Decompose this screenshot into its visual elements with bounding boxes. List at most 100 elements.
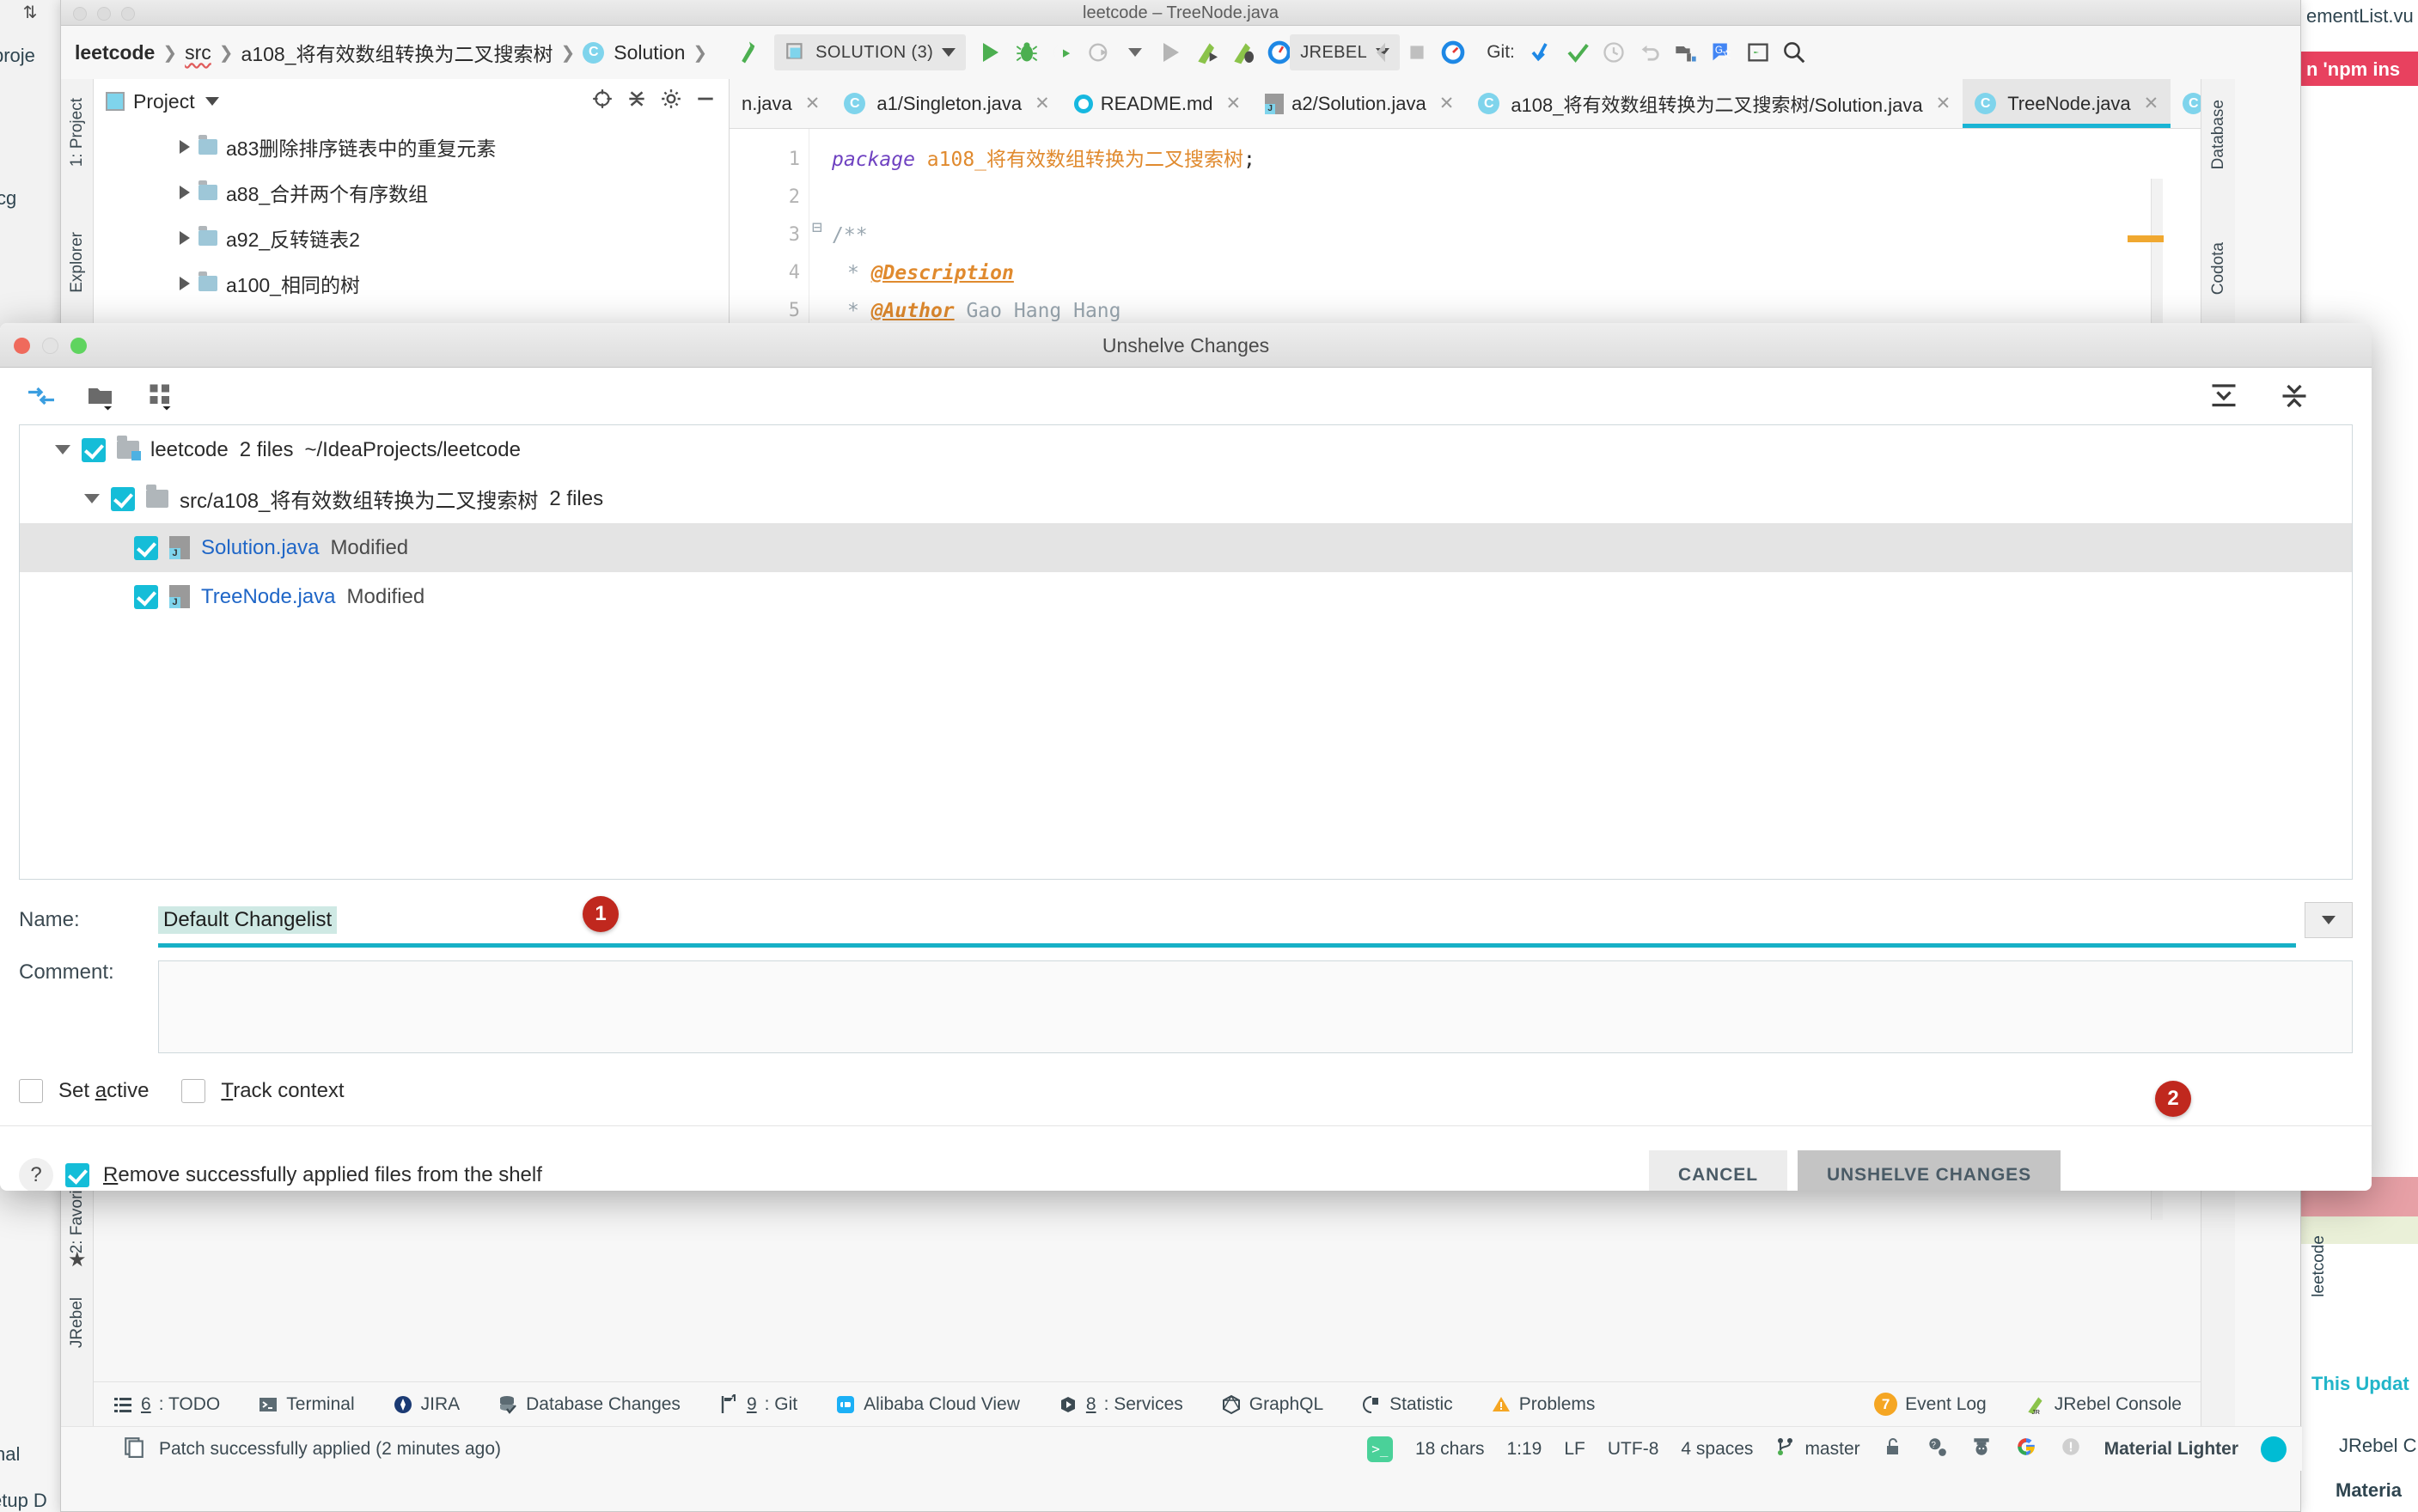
profile-icon[interactable] (1083, 36, 1115, 69)
cancel-button[interactable]: CANCEL (1649, 1150, 1787, 1191)
jrebel-debug-icon[interactable] (1227, 36, 1260, 69)
google-icon[interactable] (2015, 1436, 2037, 1463)
chevron-down-icon[interactable] (2322, 916, 2336, 924)
project-tree-item[interactable]: a83删除排序链表中的重复元素 (94, 124, 729, 169)
tool-window-button-graphql[interactable]: GraphQL (1202, 1394, 1342, 1415)
editor-tab[interactable]: README.md ✕ (1062, 79, 1253, 128)
group-by-directory-icon[interactable] (86, 381, 117, 412)
close-icon[interactable]: ✕ (1035, 93, 1050, 114)
editor-tab[interactable]: n.java ✕ (730, 79, 832, 128)
chevron-down-icon[interactable] (1119, 36, 1151, 69)
tool-window-button-alibaba-cloud-view[interactable]: Alibaba Cloud View (816, 1394, 1039, 1415)
breadcrumb-item-src[interactable]: src (185, 41, 211, 64)
stop-icon[interactable] (1365, 36, 1397, 69)
chevron-down-icon[interactable] (84, 494, 100, 503)
table-row[interactable]: Solution.java Modified (20, 523, 2352, 572)
expand-collapse-icon[interactable] (26, 381, 57, 412)
run-with-coverage-icon[interactable] (1047, 36, 1079, 69)
jrebel-run-icon[interactable] (1191, 36, 1224, 69)
project-tree-item[interactable]: a88_合并两个有序数组 (94, 169, 729, 215)
run-icon[interactable] (974, 36, 1007, 69)
changelist-name-input[interactable]: Default Changelist (158, 906, 2296, 948)
close-icon[interactable]: ✕ (1439, 93, 1455, 114)
translate-icon[interactable]: G文 (1706, 36, 1738, 69)
sidebar-item-explorer[interactable]: Explorer (68, 232, 87, 293)
update-project-icon[interactable] (1525, 36, 1558, 69)
stop-square-icon[interactable] (1401, 36, 1433, 69)
status-caret-position[interactable]: 1:19 (1506, 1439, 1542, 1460)
close-icon[interactable]: ✕ (805, 93, 821, 114)
sidebar-item-project[interactable]: 1: Project (68, 98, 87, 167)
editor-tabs-overflow[interactable]: C ⌄ (2171, 79, 2201, 128)
debug-icon[interactable] (1011, 36, 1043, 69)
rerun-icon[interactable] (1155, 36, 1188, 69)
minimize-button[interactable] (97, 7, 111, 21)
chevron-down-icon[interactable] (55, 445, 70, 454)
tool-window-button-services[interactable]: 8: Services (1039, 1394, 1202, 1415)
breadcrumb-item-class[interactable]: Solution (614, 41, 685, 64)
sidebar-item-database[interactable]: Database (2209, 100, 2228, 169)
close-icon[interactable]: ✕ (1936, 93, 1951, 114)
tool-window-button-jrebel-console[interactable]: JR JRebel Console (2006, 1393, 2201, 1416)
material-theme-dot-icon[interactable] (2261, 1436, 2287, 1462)
code-fold-marker-icon[interactable]: ⊟ (812, 216, 822, 237)
tool-window-button-todo[interactable]: 6: TODO (94, 1394, 239, 1415)
notification-icon[interactable] (2060, 1436, 2082, 1463)
build-icon[interactable] (733, 36, 766, 69)
help-icon[interactable]: ? (19, 1158, 53, 1191)
theme-label[interactable]: Material Lighter (2104, 1439, 2238, 1460)
dialog-traffic-lights[interactable] (14, 338, 87, 354)
jrebel-console-icon[interactable] (1437, 36, 1469, 69)
status-encoding[interactable]: UTF-8 (1608, 1439, 1659, 1460)
commit-icon[interactable] (1561, 36, 1594, 69)
track-context-checkbox[interactable] (181, 1079, 206, 1103)
tool-window-button-git[interactable]: 9: Git (699, 1393, 816, 1415)
gear-icon[interactable] (660, 88, 682, 115)
table-row[interactable]: src/a108_将有效数组转换为二叉搜索树 2 files (20, 474, 2352, 523)
expand-all-icon[interactable] (2208, 381, 2239, 412)
breadcrumb-item-project[interactable]: leetcode (75, 41, 155, 64)
editor-tab[interactable]: C a108_将有效数组转换为二叉搜索树/Solution.java ✕ (1466, 79, 1963, 128)
dialog-minimize-button[interactable] (42, 338, 58, 354)
project-structure-icon[interactable] (1670, 36, 1702, 69)
search-everywhere-icon[interactable] (1778, 36, 1810, 69)
close-button[interactable] (73, 7, 87, 21)
changes-tree[interactable]: leetcode 2 files ~/IdeaProjects/leetcode… (19, 424, 2353, 880)
chevron-right-icon[interactable] (180, 276, 190, 290)
chevron-down-icon[interactable] (205, 97, 219, 106)
close-icon[interactable]: ✕ (2144, 93, 2159, 114)
chevron-right-icon[interactable] (180, 230, 190, 245)
row-checkbox[interactable] (82, 437, 106, 462)
maximize-button[interactable] (121, 7, 135, 21)
run-configuration-selector[interactable]: SOLUTION (3) (774, 34, 967, 70)
jrebel-selector[interactable]: JREBEL (1290, 34, 1401, 70)
tool-window-button-database-changes[interactable]: Database Changes (479, 1394, 699, 1415)
set-active-checkbox[interactable] (19, 1079, 43, 1103)
rollback-icon[interactable] (1633, 36, 1666, 69)
window-traffic-lights[interactable] (73, 7, 135, 21)
table-row[interactable]: leetcode 2 files ~/IdeaProjects/leetcode (20, 425, 2352, 474)
chevron-down-icon[interactable] (942, 48, 956, 57)
breadcrumb-item-package[interactable]: a108_将有效数组转换为二叉搜索树 (241, 38, 553, 67)
collapse-all-icon[interactable] (626, 88, 648, 115)
hector-icon[interactable] (1970, 1436, 1993, 1463)
comment-input[interactable] (158, 960, 2353, 1053)
terminal-icon[interactable] (1742, 36, 1774, 69)
project-tree-item[interactable]: a92_反转链表2 (94, 215, 729, 260)
editor-tab[interactable]: C a1/Singleton.java ✕ (832, 79, 1061, 128)
terminal-status-icon[interactable]: >_ (1366, 1436, 1393, 1462)
warning-marker[interactable] (2128, 235, 2164, 242)
row-checkbox[interactable] (111, 486, 135, 511)
tool-window-button-jira[interactable]: JIRA (374, 1394, 479, 1415)
close-icon[interactable]: ✕ (1226, 93, 1242, 114)
sidebar-item-codota[interactable]: Codota (2209, 242, 2228, 295)
row-checkbox[interactable] (134, 535, 158, 560)
inspection-icon[interactable]: ? (1926, 1436, 1948, 1463)
sidebar-item-jrebel[interactable]: JRebel (68, 1297, 87, 1348)
lock-icon[interactable] (1883, 1436, 1903, 1462)
scroll-from-source-icon[interactable] (591, 88, 614, 115)
table-row[interactable]: TreeNode.java Modified (20, 572, 2352, 621)
history-icon[interactable] (1597, 36, 1630, 69)
hide-icon[interactable] (694, 88, 717, 115)
tool-window-button-event-log[interactable]: 7 Event Log (1855, 1393, 2006, 1416)
